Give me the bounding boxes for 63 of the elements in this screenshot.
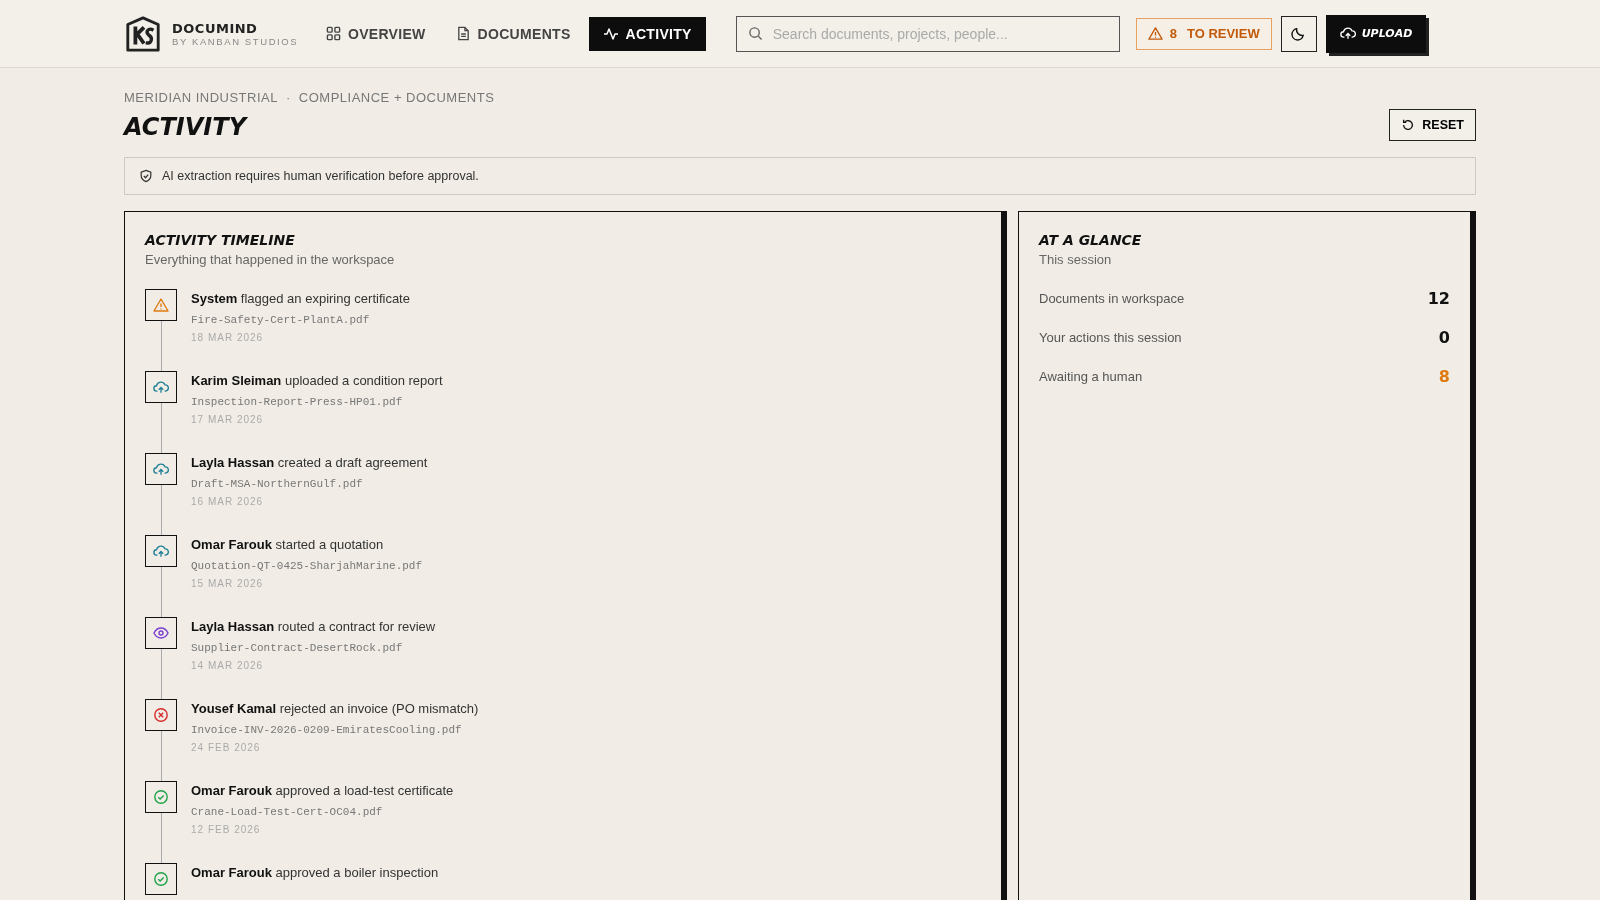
event-date: 17 MAR 2026 <box>191 414 265 425</box>
breadcrumb-item: · <box>285 90 291 105</box>
nav-tab[interactable]: ACTIVITY <box>588 16 706 51</box>
file-name[interactable]: Inspection-Report-Press-HP01.pdf <box>191 396 443 408</box>
event-text: Layla Hassan created a draft agreement <box>191 455 428 470</box>
panel-subtitle: Everything that happened in the workspace <box>145 252 396 267</box>
file-name[interactable]: Crane-Load-Test-Cert-OC04.pdf <box>191 806 454 818</box>
file-name[interactable]: Draft-MSA-NorthernGulf.pdf <box>191 478 428 490</box>
grid-icon <box>326 26 341 41</box>
upload-button[interactable]: UPLOAD <box>1325 14 1427 53</box>
moon-icon <box>1291 26 1307 41</box>
nav-tab[interactable]: DOCUMENTS <box>443 16 583 51</box>
event-text: Karim Sleiman uploaded a condition report <box>191 373 443 388</box>
event-icon <box>145 699 177 731</box>
brand-tagline: BY KANBAN STUDIOS <box>172 35 299 47</box>
event-date: 16 MAR 2026 <box>191 496 265 507</box>
pulse-icon <box>602 25 619 42</box>
brand-name: DOCUMIND <box>172 20 259 36</box>
shield-check-icon <box>139 169 153 183</box>
warning-icon <box>1147 26 1163 41</box>
breadcrumb-item[interactable]: MERIDIAN INDUSTRIAL <box>124 90 278 105</box>
file-name[interactable]: Supplier-Contract-DesertRock.pdf <box>191 642 436 654</box>
event-icon <box>145 535 177 567</box>
stat-value: 12 <box>1427 289 1450 308</box>
cloud-upload-icon <box>1339 26 1356 41</box>
panel-subtitle: This session <box>1039 252 1113 267</box>
event-icon <box>145 289 177 321</box>
event-icon <box>145 863 177 895</box>
stat-value: 8 <box>1438 367 1450 386</box>
event-icon <box>145 453 177 485</box>
event-date: 24 FEB 2026 <box>191 742 262 753</box>
reset-icon <box>1401 118 1416 132</box>
panel-title: ACTIVITY TIMELINE <box>145 232 296 248</box>
dark-mode-button[interactable] <box>1280 15 1317 52</box>
notice-text: AI extraction requires human verification before approval. <box>162 169 479 183</box>
stat-label: Awaiting a human <box>1039 369 1143 384</box>
page-title: ACTIVITY <box>124 113 246 141</box>
search-field[interactable]: Search documents, projects, people... <box>735 15 1120 52</box>
event-text: Layla Hassan routed a contract for review <box>191 619 436 634</box>
file-name[interactable]: Invoice-INV-2026-0209-EmiratesCooling.pdf <box>191 724 479 736</box>
document-icon <box>455 26 471 41</box>
panel-title: AT A GLANCE <box>1039 232 1143 248</box>
event-date: 18 MAR 2026 <box>191 332 265 343</box>
stat-label: Your actions this session <box>1039 330 1182 345</box>
event-date: 14 MAR 2026 <box>191 660 265 671</box>
nav-tab[interactable]: OVERVIEW <box>314 16 438 51</box>
event-date: 15 MAR 2026 <box>191 578 265 589</box>
file-name[interactable]: Fire-Safety-Cert-PlantA.pdf <box>191 314 410 326</box>
event-text: Omar Farouk started a quotation <box>191 537 385 552</box>
event-text: Omar Farouk approved a boiler inspection <box>191 865 439 880</box>
event-text: Yousef Kamal rejected an invoice (PO mismatch) <box>191 701 479 716</box>
file-name[interactable]: Quotation-QT-0425-SharjahMarine.pdf <box>191 560 423 572</box>
review-button[interactable]: 8 TO REVIEW <box>1135 17 1272 50</box>
event-icon <box>145 371 177 403</box>
stat-value: 0 <box>1438 328 1450 347</box>
event-text: Omar Farouk approved a load-test certificate <box>191 783 454 798</box>
reset-button[interactable]: RESET <box>1389 109 1476 141</box>
event-icon <box>145 617 177 649</box>
stat-label: Documents in workspace <box>1039 291 1185 306</box>
breadcrumb-item[interactable]: COMPLIANCE + DOCUMENTS <box>298 90 495 105</box>
event-date: 12 FEB 2026 <box>191 824 262 835</box>
event-icon <box>145 781 177 813</box>
event-text: System flagged an expiring certificate <box>191 291 410 306</box>
